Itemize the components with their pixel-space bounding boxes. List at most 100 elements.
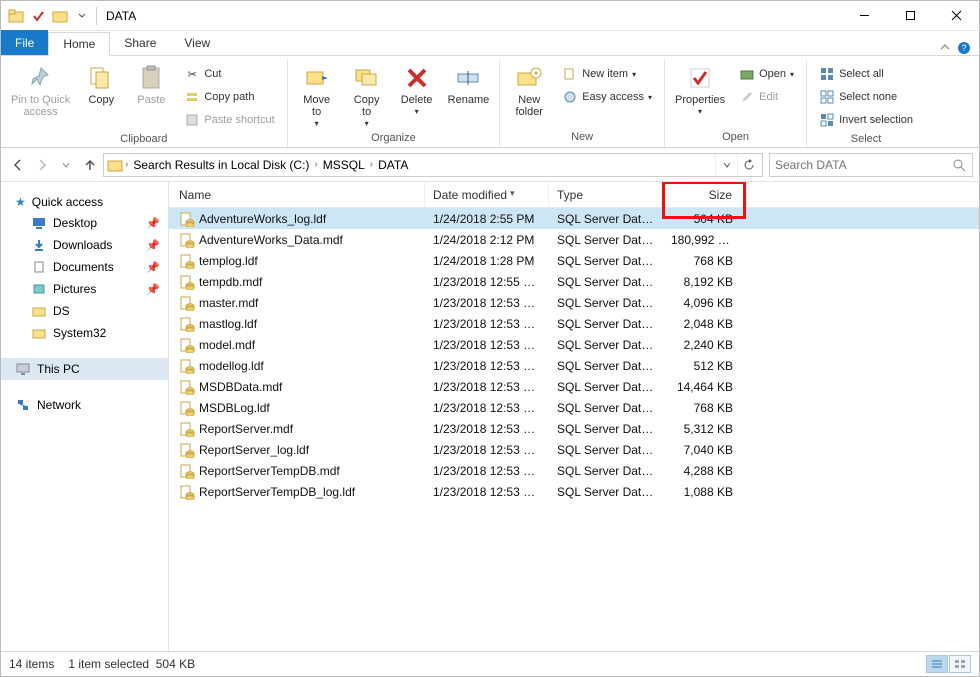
breadcrumb-mssql[interactable]: MSSQL xyxy=(320,158,368,172)
maximize-button[interactable] xyxy=(887,1,933,31)
db-file-icon xyxy=(179,295,195,311)
back-button[interactable] xyxy=(7,154,29,176)
file-type: SQL Server Databa... xyxy=(549,317,663,331)
details-view-button[interactable] xyxy=(926,655,948,673)
tab-home[interactable]: Home xyxy=(48,32,110,56)
ribbon-group-organize: Organize xyxy=(294,131,494,146)
forward-button[interactable] xyxy=(31,154,53,176)
new-folder-button[interactable]: ✦ New folder xyxy=(506,62,552,120)
sidebar-ds[interactable]: DS xyxy=(1,300,168,322)
file-row[interactable]: templog.ldf1/24/2018 1:28 PMSQL Server D… xyxy=(169,250,979,271)
file-row[interactable]: ReportServer_log.ldf1/23/2018 12:53 PMSQ… xyxy=(169,439,979,460)
ribbon-group-clipboard: Clipboard xyxy=(7,132,281,147)
file-row[interactable]: ReportServerTempDB_log.ldf1/23/2018 12:5… xyxy=(169,481,979,502)
file-row[interactable]: model.mdf1/23/2018 12:53 PMSQL Server Da… xyxy=(169,334,979,355)
sidebar-pictures[interactable]: Pictures📌 xyxy=(1,278,168,300)
pin-to-quick-access-button[interactable]: Pin to Quick access xyxy=(7,62,74,120)
sidebar-downloads[interactable]: Downloads📌 xyxy=(1,234,168,256)
file-row[interactable]: modellog.ldf1/23/2018 12:53 PMSQL Server… xyxy=(169,355,979,376)
close-button[interactable] xyxy=(933,1,979,31)
ribbon-expand-icon[interactable] xyxy=(939,42,951,54)
sidebar-network[interactable]: Network xyxy=(1,394,168,416)
file-size: 2,048 KB xyxy=(663,317,745,331)
delete-button[interactable]: Delete▾ xyxy=(394,62,440,119)
file-type: SQL Server Databa... xyxy=(549,233,663,247)
file-type: SQL Server Databa... xyxy=(549,380,663,394)
pin-icon: 📌 xyxy=(146,217,160,230)
file-row[interactable]: AdventureWorks_Data.mdf1/24/2018 2:12 PM… xyxy=(169,229,979,250)
properties-button[interactable]: Properties▾ xyxy=(671,62,729,119)
file-name: MSDBLog.ldf xyxy=(199,401,270,415)
file-row[interactable]: mastlog.ldf1/23/2018 12:53 PMSQL Server … xyxy=(169,313,979,334)
file-row[interactable]: ReportServer.mdf1/23/2018 12:53 PMSQL Se… xyxy=(169,418,979,439)
file-size: 4,096 KB xyxy=(663,296,745,310)
tab-share[interactable]: Share xyxy=(110,31,170,55)
invert-selection-button[interactable]: Invert selection xyxy=(817,110,915,130)
address-bar[interactable]: › Search Results in Local Disk (C:) › MS… xyxy=(103,153,763,177)
select-none-button[interactable]: Select none xyxy=(817,87,915,107)
quick-access-dropdown-icon[interactable] xyxy=(72,6,92,26)
copy-button[interactable]: Copy xyxy=(78,62,124,108)
file-size: 4,288 KB xyxy=(663,464,745,478)
search-input[interactable] xyxy=(775,158,951,172)
sidebar-system32[interactable]: System32 xyxy=(1,322,168,344)
file-menu[interactable]: File xyxy=(1,30,48,55)
column-header-type[interactable]: Type xyxy=(549,182,663,207)
db-file-icon xyxy=(179,358,195,374)
file-row[interactable]: AdventureWorks_log.ldf1/24/2018 2:55 PMS… xyxy=(169,208,979,229)
up-button[interactable] xyxy=(79,154,101,176)
breadcrumb-root[interactable]: Search Results in Local Disk (C:) xyxy=(130,158,312,172)
search-icon[interactable] xyxy=(951,157,967,173)
refresh-button[interactable] xyxy=(737,154,759,176)
file-size: 504 KB xyxy=(663,212,745,226)
open-button[interactable]: Open ▾ xyxy=(737,64,796,84)
select-all-button[interactable]: Select all xyxy=(817,64,915,84)
large-icons-view-button[interactable] xyxy=(949,655,971,673)
search-box[interactable] xyxy=(769,153,973,177)
file-date: 1/23/2018 12:53 PM xyxy=(425,464,549,478)
edit-button[interactable]: Edit xyxy=(737,87,796,107)
column-header-size[interactable]: Size xyxy=(663,182,745,207)
file-row[interactable]: master.mdf1/23/2018 12:53 PMSQL Server D… xyxy=(169,292,979,313)
folder-icon xyxy=(6,6,26,26)
sidebar-desktop[interactable]: Desktop📌 xyxy=(1,212,168,234)
file-name: modellog.ldf xyxy=(199,359,264,373)
copy-to-button[interactable]: Copy to▾ xyxy=(344,62,390,131)
minimize-button[interactable] xyxy=(841,1,887,31)
file-row[interactable]: MSDBLog.ldf1/23/2018 12:53 PMSQL Server … xyxy=(169,397,979,418)
tab-view[interactable]: View xyxy=(170,31,224,55)
sidebar-this-pc[interactable]: This PC xyxy=(1,358,168,380)
move-to-button[interactable]: Move to▾ xyxy=(294,62,340,131)
rename-button[interactable]: Rename xyxy=(444,62,494,108)
copy-path-button[interactable]: Copy path xyxy=(182,87,276,107)
file-name: ReportServerTempDB_log.ldf xyxy=(199,485,355,499)
file-row[interactable]: ReportServerTempDB.mdf1/23/2018 12:53 PM… xyxy=(169,460,979,481)
pin-icon: 📌 xyxy=(146,261,160,274)
file-name: ReportServer.mdf xyxy=(199,422,293,436)
file-date: 1/23/2018 12:53 PM xyxy=(425,338,549,352)
paste-shortcut-button[interactable]: Paste shortcut xyxy=(182,110,276,130)
file-type: SQL Server Databa... xyxy=(549,464,663,478)
breadcrumb-data[interactable]: DATA xyxy=(375,158,411,172)
column-header-name[interactable]: Name xyxy=(169,182,425,207)
paste-button[interactable]: Paste xyxy=(128,62,174,108)
network-icon xyxy=(15,397,31,413)
column-header-date[interactable]: Date modified▾ xyxy=(425,182,549,207)
file-row[interactable]: MSDBData.mdf1/23/2018 12:53 PMSQL Server… xyxy=(169,376,979,397)
file-size: 2,240 KB xyxy=(663,338,745,352)
folder-icon xyxy=(31,325,47,341)
easy-access-button[interactable]: Easy access ▾ xyxy=(560,87,654,107)
sidebar-quick-access[interactable]: ★Quick access xyxy=(1,192,168,212)
new-item-button[interactable]: New item ▾ xyxy=(560,64,654,84)
folder-open-icon xyxy=(50,6,70,26)
cut-button[interactable]: ✂Cut xyxy=(182,64,276,84)
file-size: 180,992 KB xyxy=(663,233,745,247)
sidebar-documents[interactable]: Documents📌 xyxy=(1,256,168,278)
help-icon[interactable]: ? xyxy=(957,41,971,55)
file-row[interactable]: tempdb.mdf1/23/2018 12:55 PMSQL Server D… xyxy=(169,271,979,292)
downloads-icon xyxy=(31,237,47,253)
select-none-icon xyxy=(819,89,835,105)
properties-quick-icon[interactable] xyxy=(28,6,48,26)
recent-dropdown-icon[interactable] xyxy=(55,154,77,176)
address-dropdown-icon[interactable] xyxy=(715,154,737,176)
